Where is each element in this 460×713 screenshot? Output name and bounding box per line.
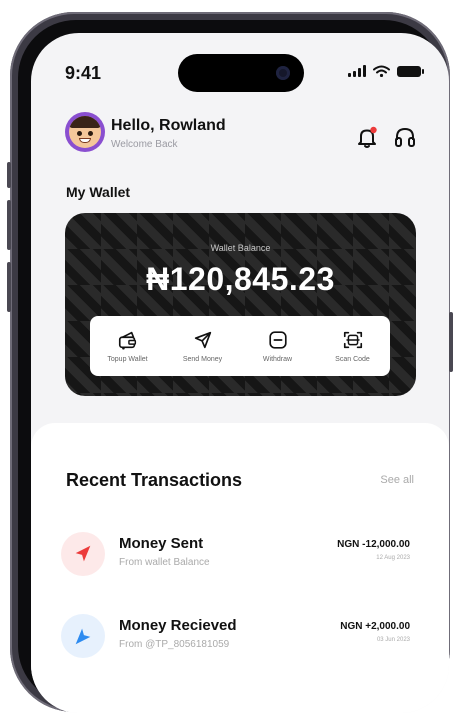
transaction-date: 12 Aug 2023 (376, 555, 410, 561)
camera-icon (276, 66, 290, 80)
avatar-face (69, 116, 101, 148)
volume-up-button (7, 200, 11, 250)
scan-code-label: Scan Code (335, 356, 370, 363)
transaction-subtitle: From wallet Balance (119, 557, 210, 568)
bell-icon[interactable] (355, 125, 379, 149)
volume-down-button (7, 262, 11, 312)
scan-icon (343, 331, 362, 349)
wifi-icon (373, 65, 390, 77)
greeting-title: Hello, Rowland (111, 117, 226, 134)
see-all-link[interactable]: See all (380, 474, 414, 486)
signal-icon (348, 65, 366, 77)
money-received-icon (61, 614, 105, 658)
action-button (7, 162, 11, 188)
my-wallet-heading: My Wallet (66, 184, 131, 200)
power-button (449, 312, 453, 372)
phone-frame: 9:41 Hello, Rowland Welcome Back My Wall… (7, 12, 453, 713)
wallet-balance-label: Wallet Balance (210, 243, 271, 253)
screen: 9:41 Hello, Rowland Welcome Back My Wall… (31, 33, 449, 713)
transaction-amount: NGN -12,000.00 (337, 539, 410, 550)
battery-icon (397, 65, 424, 77)
wallet-actions: Topup Wallet Send Money Withdraw Scan Co… (90, 316, 390, 376)
withdraw-icon (268, 331, 287, 349)
transaction-row[interactable]: Money Sent From wallet Balance NGN -12,0… (61, 529, 421, 579)
dynamic-island (178, 54, 304, 92)
wallet-topup-icon (118, 331, 136, 350)
avatar[interactable] (65, 112, 105, 152)
topup-wallet-label: Topup Wallet (107, 356, 148, 363)
headset-icon[interactable] (393, 125, 417, 149)
withdraw-button[interactable]: Withdraw (243, 329, 313, 363)
send-icon (194, 331, 211, 349)
withdraw-label: Withdraw (262, 356, 293, 363)
status-icons (348, 65, 424, 77)
transaction-title: Money Recieved (119, 617, 237, 634)
recent-transactions-title: Recent Transactions (66, 470, 243, 490)
money-sent-icon (61, 532, 105, 576)
transaction-title: Money Sent (119, 535, 204, 552)
status-time: 9:41 (65, 63, 102, 83)
transaction-subtitle: From @TP_8056181059 (119, 639, 230, 650)
transaction-row[interactable]: Money Recieved From @TP_8056181059 NGN +… (61, 611, 421, 661)
send-money-label: Send Money (182, 356, 223, 363)
topup-wallet-button[interactable]: Topup Wallet (93, 329, 163, 363)
notification-dot (370, 126, 377, 134)
welcome-subtitle: Welcome Back (111, 139, 178, 150)
send-money-button[interactable]: Send Money (168, 329, 238, 363)
transaction-date: 03 Jun 2023 (376, 637, 410, 643)
wallet-card: Wallet Balance ₦120,845.23 Topup Wallet (65, 213, 416, 396)
wallet-balance-amount: ₦120,845.23 (146, 261, 335, 297)
scan-code-button[interactable]: Scan Code (318, 329, 388, 363)
transaction-amount: NGN +2,000.00 (340, 621, 410, 632)
